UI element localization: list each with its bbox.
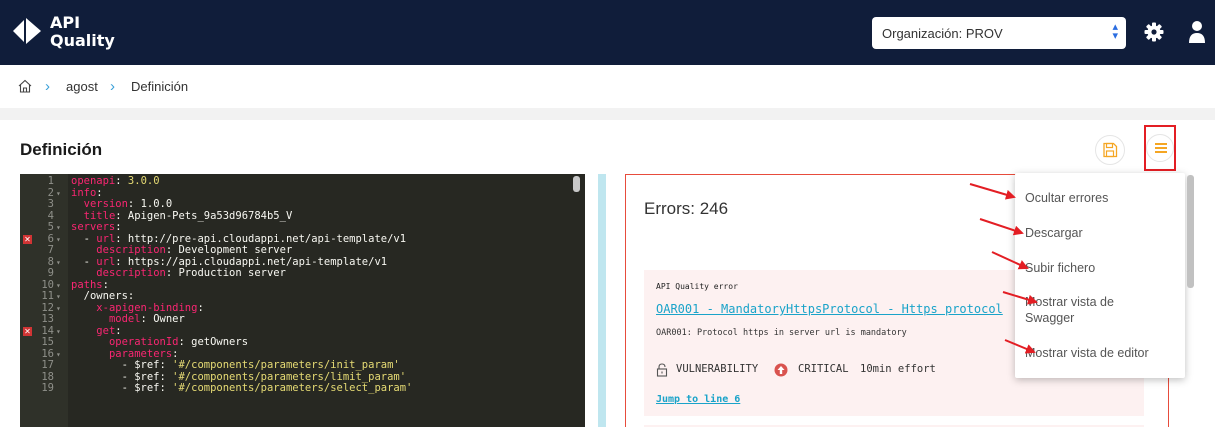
annotation-arrow — [969, 183, 1016, 200]
annotation-arrow — [1004, 339, 1036, 354]
annotation-arrow — [979, 218, 1024, 236]
annotation-arrow — [991, 251, 1029, 270]
annotation-arrow — [1002, 291, 1038, 305]
annotation-arrows — [969, 183, 1038, 354]
